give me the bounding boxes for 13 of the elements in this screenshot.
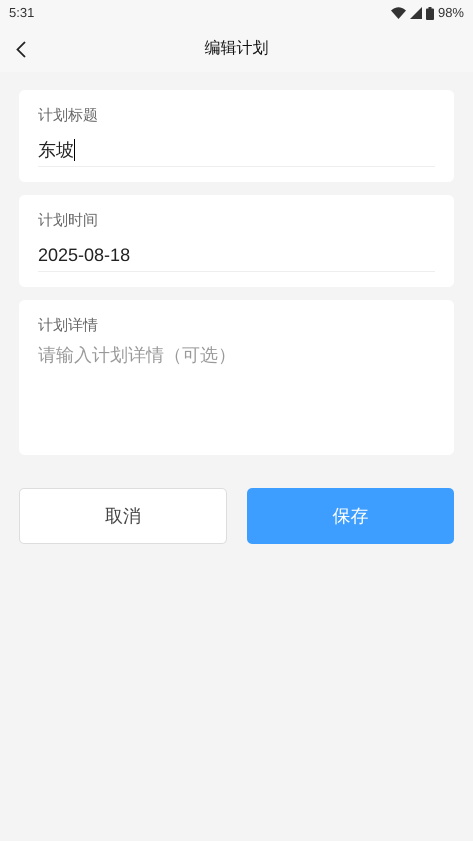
status-time: 5:31: [9, 4, 34, 22]
field-label: 计划时间: [38, 211, 99, 231]
cancel-button[interactable]: 取消: [19, 488, 226, 544]
battery-percent: 98%: [438, 4, 464, 22]
battery-icon: [426, 6, 434, 20]
wifi-icon: [390, 7, 406, 19]
input-field[interactable]: 2025-08-18: [38, 238, 435, 272]
page-title: 编辑计划: [204, 38, 268, 59]
input-field[interactable]: 东坡: [38, 133, 435, 167]
field-label: 计划详情: [38, 316, 99, 336]
signal-icon: [410, 7, 422, 19]
field-label: 计划标题: [38, 106, 99, 126]
back-icon[interactable]: [16, 41, 26, 58]
